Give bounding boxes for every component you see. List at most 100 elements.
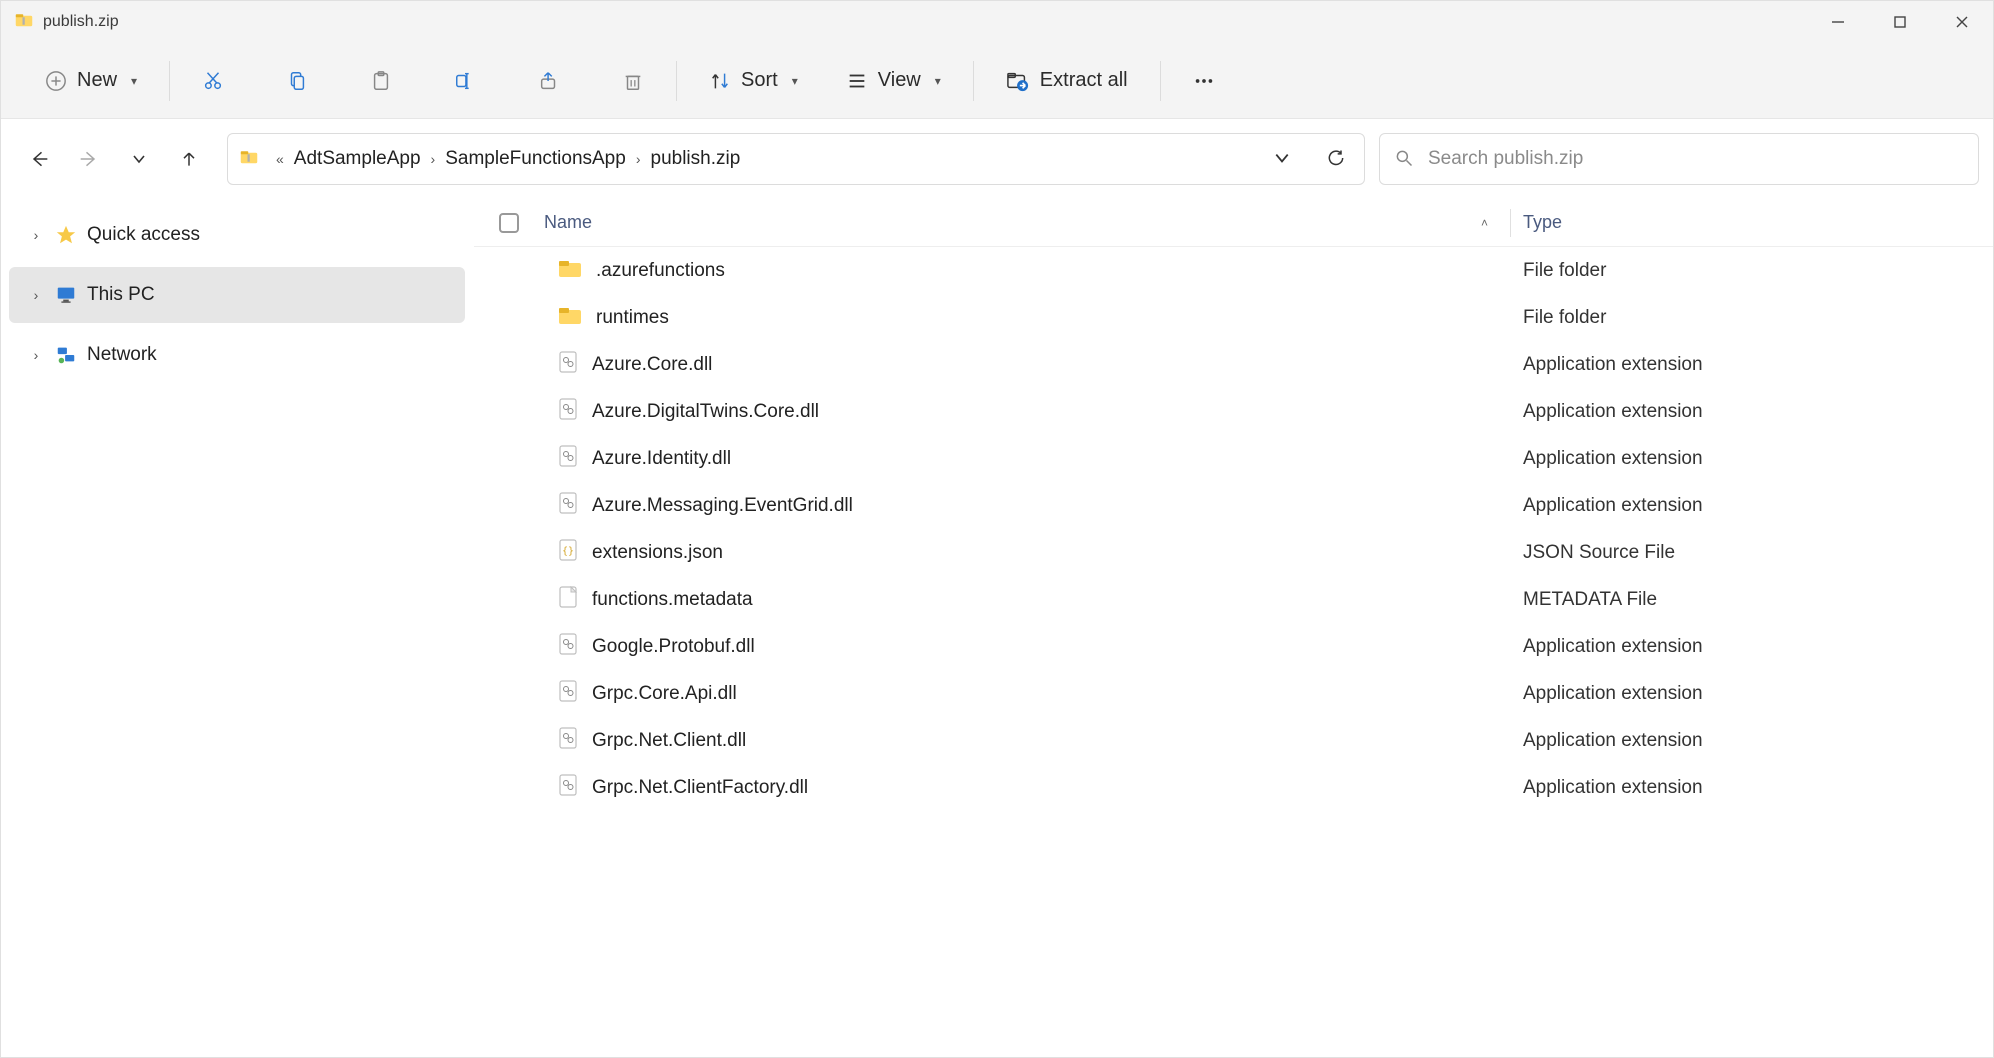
- refresh-button[interactable]: [1326, 148, 1346, 171]
- address-row: « AdtSampleApp › SampleFunctionsApp › pu…: [1, 119, 1993, 199]
- file-name-cell: Grpc.Net.Client.dll: [544, 727, 1513, 755]
- search-box[interactable]: [1379, 133, 1979, 185]
- sidebar-item-this-pc[interactable]: › This PC: [9, 267, 465, 323]
- close-button[interactable]: [1931, 1, 1993, 43]
- file-type-cell: JSON Source File: [1513, 542, 1993, 564]
- file-type: Application extension: [1523, 683, 1703, 704]
- sidebar-item-label: Quick access: [87, 224, 200, 246]
- share-button[interactable]: [528, 60, 570, 102]
- paste-button[interactable]: [360, 60, 402, 102]
- title-zip-icon: [13, 12, 35, 33]
- rename-button[interactable]: [444, 60, 486, 102]
- file-type-icon: [558, 445, 578, 473]
- file-row[interactable]: Grpc.Net.Client.dllApplication extension: [474, 717, 1993, 764]
- extract-all-button[interactable]: Extract all: [996, 63, 1138, 98]
- column-header-name[interactable]: Name ˄: [544, 212, 1508, 233]
- file-type-cell: Application extension: [1513, 683, 1993, 705]
- chevron-down-icon: ▾: [792, 74, 798, 88]
- title-bar: publish.zip: [1, 1, 1993, 43]
- file-type-cell: Application extension: [1513, 636, 1993, 658]
- maximize-button[interactable]: [1869, 1, 1931, 43]
- navigation-arrows: [15, 147, 213, 171]
- toolbar: New ▾: [1, 43, 1993, 119]
- file-name-cell: Grpc.Net.ClientFactory.dll: [544, 774, 1513, 802]
- breadcrumb-segment[interactable]: publish.zip: [651, 148, 741, 170]
- breadcrumb-overflow-icon[interactable]: «: [266, 151, 294, 167]
- search-icon: [1394, 148, 1414, 171]
- file-row[interactable]: .azurefunctionsFile folder: [474, 247, 1993, 294]
- minimize-button[interactable]: [1807, 1, 1869, 43]
- file-row[interactable]: Azure.Core.dllApplication extension: [474, 341, 1993, 388]
- chevron-right-icon[interactable]: ›: [27, 287, 45, 303]
- breadcrumb-segment[interactable]: AdtSampleApp: [294, 148, 421, 170]
- star-icon: [55, 224, 77, 246]
- copy-button[interactable]: [276, 60, 318, 102]
- toolbar-separator: [1160, 61, 1161, 101]
- sort-button-label: Sort: [741, 69, 778, 92]
- new-button[interactable]: New ▾: [35, 63, 147, 98]
- file-type: Application extension: [1523, 495, 1703, 516]
- forward-button[interactable]: [77, 147, 101, 171]
- extract-all-label: Extract all: [1040, 69, 1128, 92]
- cut-button[interactable]: [192, 60, 234, 102]
- chevron-right-icon[interactable]: ›: [27, 227, 45, 243]
- svg-text:{}: {}: [562, 546, 574, 557]
- back-button[interactable]: [27, 147, 51, 171]
- file-type: Application extension: [1523, 777, 1703, 798]
- file-row[interactable]: {}extensions.jsonJSON Source File: [474, 529, 1993, 576]
- new-button-label: New: [77, 69, 117, 92]
- file-type-icon: [558, 774, 578, 802]
- file-name-cell: Azure.DigitalTwins.Core.dll: [544, 398, 1513, 426]
- delete-button[interactable]: [612, 60, 654, 102]
- chevron-down-icon: ▾: [935, 74, 941, 88]
- file-name: .azurefunctions: [596, 260, 725, 282]
- chevron-right-icon[interactable]: ›: [27, 347, 45, 363]
- up-button[interactable]: [177, 147, 201, 171]
- network-icon: [55, 344, 77, 366]
- file-row[interactable]: Azure.DigitalTwins.Core.dll Application e…: [474, 388, 1993, 435]
- sidebar-item-network[interactable]: › Network: [9, 327, 465, 383]
- view-button[interactable]: View ▾: [836, 63, 951, 98]
- breadcrumb-dropdown-button[interactable]: [1274, 150, 1290, 169]
- file-type-cell: Application extension: [1513, 401, 1993, 423]
- breadcrumb[interactable]: « AdtSampleApp › SampleFunctionsApp › pu…: [227, 133, 1365, 185]
- file-row[interactable]: Google.Protobuf.dll Application extension: [474, 623, 1993, 670]
- column-header-name-label: Name: [544, 212, 592, 233]
- file-name: Grpc.Core.Api.dll: [592, 683, 737, 705]
- file-type: Application extension: [1523, 448, 1703, 469]
- sort-button[interactable]: Sort ▾: [699, 63, 808, 98]
- file-name-cell: runtimes: [544, 305, 1513, 331]
- file-name: Grpc.Net.Client.dll: [592, 730, 746, 752]
- file-name: Azure.Identity.dll: [592, 448, 731, 470]
- file-row[interactable]: Azure.Identity.dll Application extension: [474, 435, 1993, 482]
- sidebar-item-quick-access[interactable]: › Quick access: [9, 207, 465, 263]
- column-header-type[interactable]: Type: [1513, 212, 1993, 233]
- toolbar-separator: [973, 61, 974, 101]
- file-type-icon: [558, 586, 578, 614]
- select-all-checkbox[interactable]: [474, 213, 544, 233]
- file-row[interactable]: functions.metadataMETADATA File: [474, 576, 1993, 623]
- file-row[interactable]: Grpc.Net.ClientFactory.dll Application ex…: [474, 764, 1993, 811]
- file-row[interactable]: Azure.Messaging.EventGrid.dllApplication…: [474, 482, 1993, 529]
- file-type-cell: Application extension: [1513, 354, 1993, 376]
- breadcrumb-segment[interactable]: SampleFunctionsApp: [445, 148, 626, 170]
- file-name: Google.Protobuf.dll: [592, 636, 755, 658]
- search-input[interactable]: [1428, 148, 1964, 170]
- file-type-cell: Application extension: [1513, 448, 1993, 470]
- file-row[interactable]: runtimesFile folder: [474, 294, 1993, 341]
- more-button[interactable]: [1183, 60, 1225, 102]
- chevron-right-icon: ›: [421, 151, 446, 167]
- content-area: › Quick access › This PC › Network: [1, 199, 1993, 1057]
- file-type-icon: [558, 727, 578, 755]
- file-row[interactable]: Grpc.Core.Api.dll Application extension: [474, 670, 1993, 717]
- file-type: Application extension: [1523, 401, 1703, 422]
- file-type-cell: METADATA File: [1513, 589, 1993, 611]
- file-name-cell: Azure.Core.dll: [544, 351, 1513, 379]
- sidebar-item-label: This PC: [87, 284, 155, 306]
- chevron-right-icon: ›: [626, 151, 651, 167]
- file-name-cell: Google.Protobuf.dll: [544, 633, 1513, 661]
- file-name-cell: Grpc.Core.Api.dll: [544, 680, 1513, 708]
- file-type-icon: {}: [558, 539, 578, 567]
- column-separator[interactable]: [1510, 209, 1511, 237]
- recent-locations-button[interactable]: [127, 147, 151, 171]
